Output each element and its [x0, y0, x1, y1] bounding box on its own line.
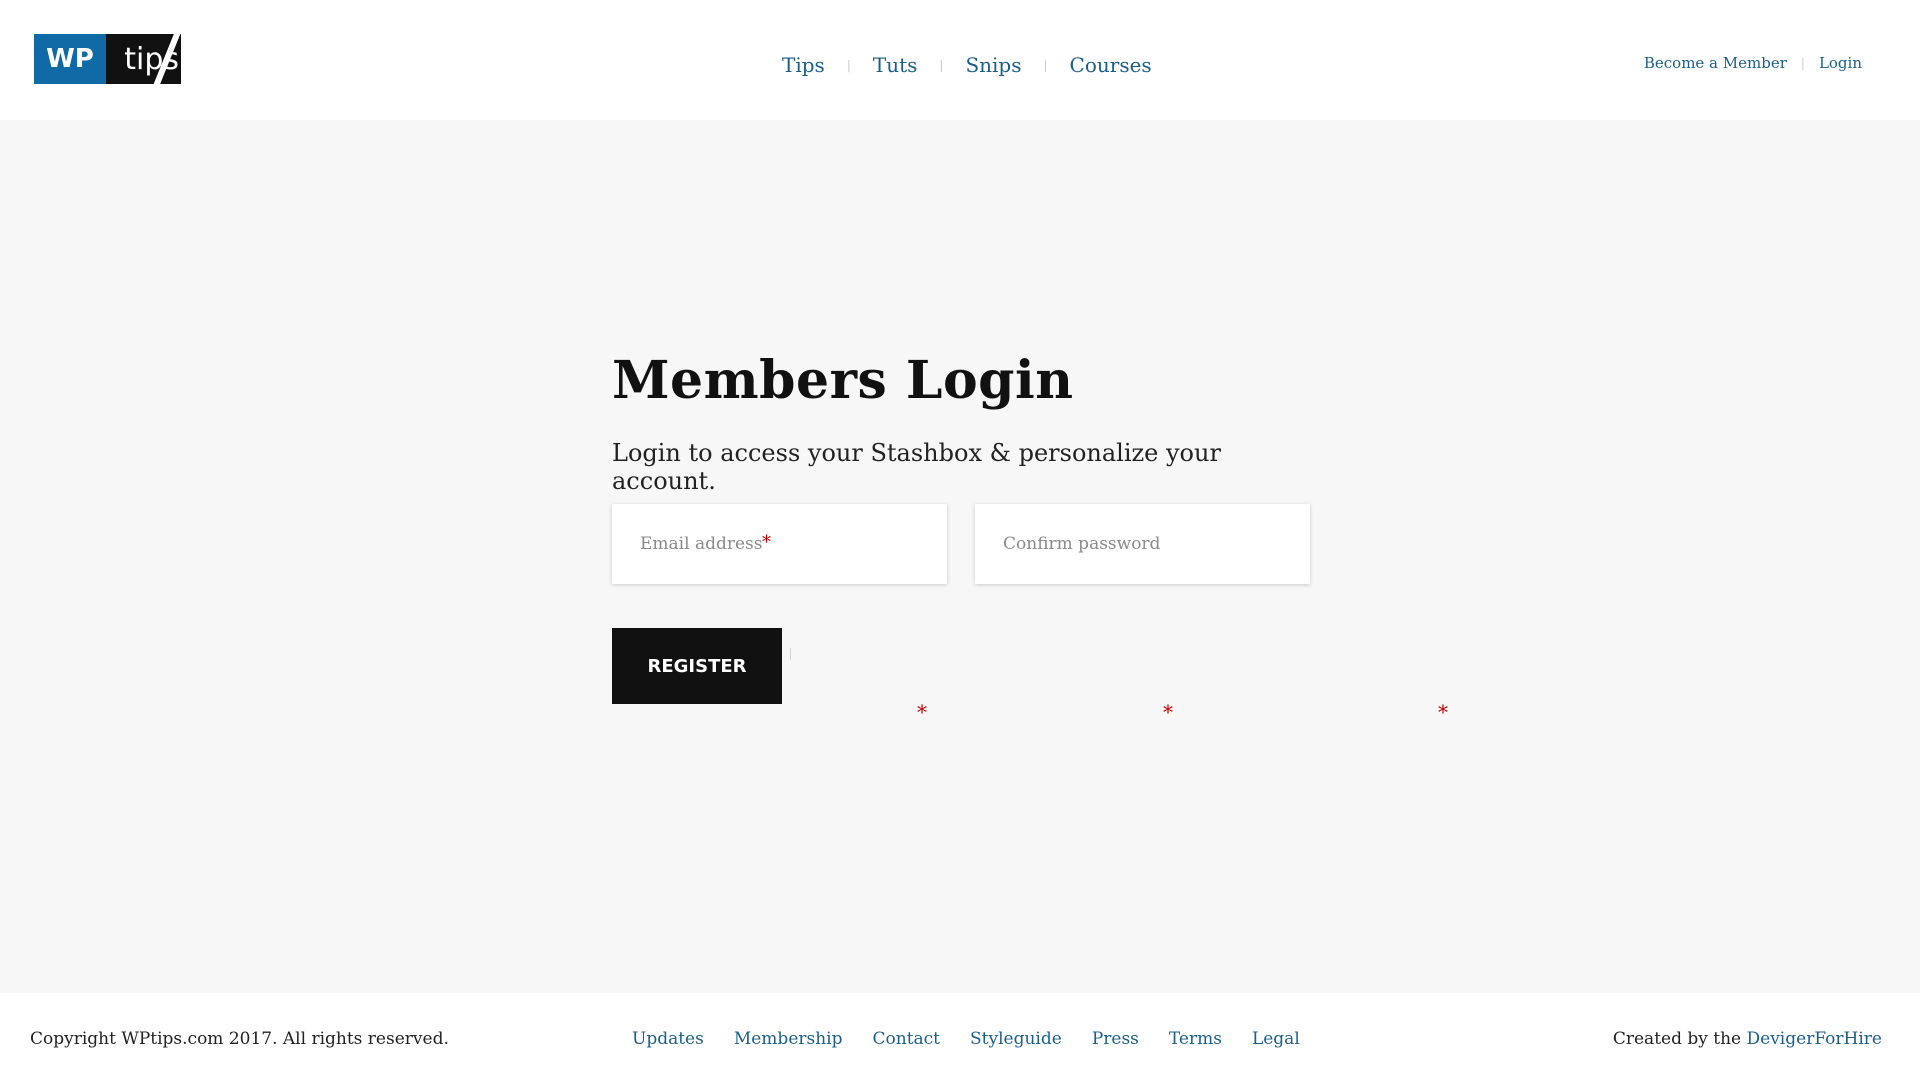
footer-link-legal[interactable]: Legal: [1252, 1029, 1300, 1049]
page-title: Members Login: [612, 350, 1074, 411]
account-nav: Become a Member | Login: [1644, 54, 1862, 72]
account-separator: |: [1800, 56, 1805, 70]
nav-tips[interactable]: Tips: [760, 53, 847, 77]
required-marker: *: [1438, 700, 1448, 724]
footer-link-updates[interactable]: Updates: [632, 1029, 704, 1049]
confirm-password-field[interactable]: [975, 504, 1310, 584]
page-subtitle: Login to access your Stashbox & personal…: [612, 439, 1221, 495]
credit-link[interactable]: DevigerForHire: [1747, 1029, 1882, 1049]
credit-text: Created by the DevigerForHire: [1613, 1029, 1882, 1049]
site-header: WP tips Tips | Tuts | Snips | Courses Be…: [0, 0, 1920, 120]
nav-courses[interactable]: Courses: [1048, 53, 1174, 77]
logo-wp: WP: [34, 34, 106, 84]
footer-link-styleguide[interactable]: Styleguide: [970, 1029, 1062, 1049]
email-field[interactable]: [612, 504, 947, 584]
site-footer: Copyright WPtips.com 2017. All rights re…: [0, 993, 1920, 1080]
footer-link-terms[interactable]: Terms: [1169, 1029, 1222, 1049]
logo-tips: tips: [106, 34, 181, 84]
required-marker: *: [762, 532, 771, 553]
become-member-link[interactable]: Become a Member: [1644, 54, 1787, 72]
login-link[interactable]: Login: [1819, 54, 1862, 72]
footer-link-contact[interactable]: Contact: [873, 1029, 941, 1049]
required-marker: *: [917, 700, 927, 724]
main-nav: Tips | Tuts | Snips | Courses: [760, 50, 1174, 80]
divider-tick: [790, 648, 791, 660]
credit-prefix: Created by the: [1612, 1029, 1742, 1049]
required-marker: *: [1163, 700, 1173, 724]
site-logo[interactable]: WP tips: [34, 34, 181, 84]
footer-link-press[interactable]: Press: [1092, 1029, 1139, 1049]
footer-nav: Updates Membership Contact Styleguide Pr…: [632, 1029, 1300, 1049]
login-section: Members Login Login to access your Stash…: [612, 350, 1312, 704]
email-field-box: *: [612, 504, 947, 584]
nav-tuts[interactable]: Tuts: [851, 53, 940, 77]
footer-link-membership[interactable]: Membership: [734, 1029, 843, 1049]
nav-snips[interactable]: Snips: [943, 53, 1043, 77]
login-fields: *: [612, 504, 1310, 584]
password-field-box: [975, 504, 1310, 584]
copyright-text: Copyright WPtips.com 2017. All rights re…: [30, 1029, 449, 1049]
register-button[interactable]: REGISTER: [612, 628, 782, 704]
